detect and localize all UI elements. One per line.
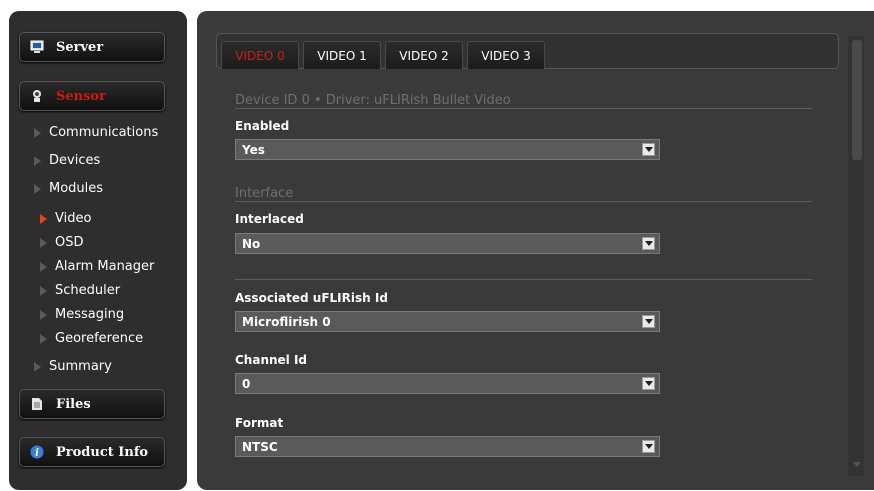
sensor-label: Sensor xyxy=(56,88,106,104)
nav-label: Alarm Manager xyxy=(55,259,155,274)
nav-item-video[interactable]: Video xyxy=(39,211,91,226)
chevron-down-icon[interactable] xyxy=(642,440,655,453)
interlaced-value: No xyxy=(242,236,261,251)
nav-label: Georeference xyxy=(55,331,144,346)
nav-item-messaging[interactable]: Messaging xyxy=(39,307,124,322)
chevron-right-icon xyxy=(33,360,42,374)
nav-item-georeference[interactable]: Georeference xyxy=(39,331,143,346)
enabled-label: Enabled xyxy=(235,119,290,133)
nav-label: Communications xyxy=(49,125,159,140)
chevron-right-icon xyxy=(33,126,42,140)
associated-select[interactable]: Microflirish 0 xyxy=(235,311,660,332)
nav-label: OSD xyxy=(55,235,84,250)
sensor-button[interactable]: Sensor xyxy=(19,81,165,111)
channel-select[interactable]: 0 xyxy=(235,373,660,394)
format-value: NTSC xyxy=(242,439,278,454)
nav-label: Summary xyxy=(49,359,112,374)
chevron-right-icon xyxy=(33,182,42,196)
chevron-right-icon xyxy=(39,236,48,250)
nav-label: Scheduler xyxy=(55,283,121,298)
server-icon xyxy=(30,40,44,54)
enabled-select[interactable]: Yes xyxy=(235,139,660,160)
divider xyxy=(235,201,812,202)
chevron-down-icon[interactable] xyxy=(642,377,655,390)
file-icon xyxy=(30,397,44,411)
tab-video-1[interactable]: VIDEO 1 xyxy=(303,41,381,69)
chevron-right-icon xyxy=(39,332,48,346)
divider xyxy=(235,108,812,109)
enabled-value: Yes xyxy=(242,142,265,157)
interlaced-label: Interlaced xyxy=(235,212,304,226)
sensor-icon xyxy=(30,89,44,103)
chevron-right-icon xyxy=(33,154,42,168)
interlaced-select[interactable]: No xyxy=(235,233,660,254)
format-label: Format xyxy=(235,416,284,430)
chevron-down-icon[interactable] xyxy=(642,143,655,156)
info-icon: i xyxy=(30,445,44,459)
product-info-label: Product Info xyxy=(56,444,149,460)
tab-video-0[interactable]: VIDEO 0 xyxy=(221,41,299,69)
scroll-down-icon[interactable] xyxy=(853,462,861,467)
format-select[interactable]: NTSC xyxy=(235,436,660,457)
tab-video-3[interactable]: VIDEO 3 xyxy=(467,41,545,69)
nav-item-communications[interactable]: Communications xyxy=(33,125,158,140)
nav-item-devices[interactable]: Devices xyxy=(33,153,100,168)
device-header: Device ID 0 • Driver: uFLIRish Bullet Vi… xyxy=(235,93,511,108)
interface-header: Interface xyxy=(235,186,294,201)
nav-item-osd[interactable]: OSD xyxy=(39,235,84,250)
nav-item-modules[interactable]: Modules xyxy=(33,181,103,196)
files-button[interactable]: Files xyxy=(19,389,165,419)
nav-label: Messaging xyxy=(55,307,125,322)
nav-label: Devices xyxy=(49,153,101,168)
chevron-right-icon xyxy=(39,284,48,298)
server-button[interactable]: Server xyxy=(19,32,165,62)
tab-video-2[interactable]: VIDEO 2 xyxy=(385,41,463,69)
chevron-right-icon xyxy=(39,308,48,322)
scrollbar-thumb[interactable] xyxy=(852,40,862,160)
associated-label: Associated uFLIRish Id xyxy=(235,291,388,305)
svg-text:i: i xyxy=(35,448,39,459)
nav-item-summary[interactable]: Summary xyxy=(33,359,112,374)
nav-item-scheduler[interactable]: Scheduler xyxy=(39,283,120,298)
server-label: Server xyxy=(56,39,104,55)
associated-value: Microflirish 0 xyxy=(242,314,331,329)
channel-value: 0 xyxy=(242,376,251,391)
product-info-button[interactable]: i Product Info xyxy=(19,437,165,467)
nav-label: Modules xyxy=(49,181,104,196)
nav-item-alarm-manager[interactable]: Alarm Manager xyxy=(39,259,154,274)
channel-label: Channel Id xyxy=(235,353,308,367)
divider xyxy=(235,279,812,280)
files-label: Files xyxy=(56,396,91,412)
chevron-right-icon xyxy=(39,260,48,274)
nav-label: Video xyxy=(55,211,92,226)
chevron-right-icon xyxy=(39,212,48,226)
chevron-down-icon[interactable] xyxy=(642,237,655,250)
chevron-down-icon[interactable] xyxy=(642,315,655,328)
